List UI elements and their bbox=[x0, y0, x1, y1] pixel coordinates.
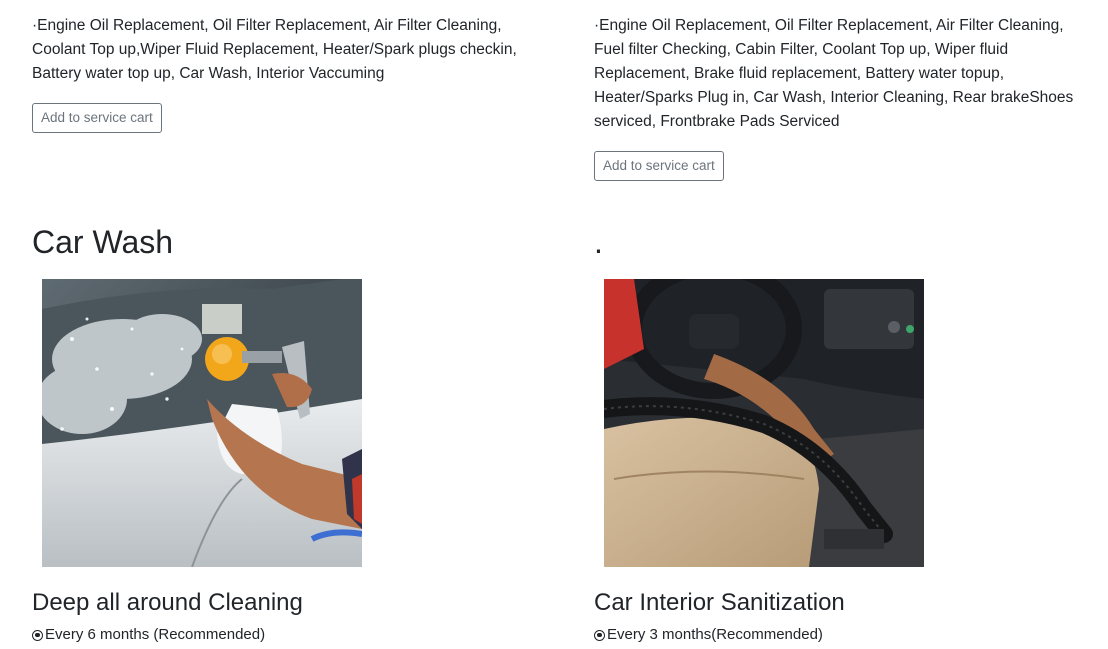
frequency-label: Every 3 months(Recommended) bbox=[607, 626, 823, 643]
package-card-right: ·Engine Oil Replacement, Oil Filter Repl… bbox=[594, 0, 1084, 181]
package-description: ·Engine Oil Replacement, Oil Filter Repl… bbox=[594, 17, 1074, 130]
service-title: Deep all around Cleaning bbox=[32, 589, 303, 616]
service-frequency: Every 6 months (Recommended) bbox=[32, 625, 265, 645]
add-to-service-cart-button[interactable]: Add to service cart bbox=[32, 103, 162, 133]
add-to-service-cart-button[interactable]: Add to service cart bbox=[594, 151, 724, 181]
car-exterior-spray-wash-image[interactable] bbox=[42, 279, 362, 567]
service-frequency: Every 3 months(Recommended) bbox=[594, 625, 823, 645]
car-interior-vacuum-image[interactable] bbox=[604, 279, 924, 567]
package-card-left: ·Engine Oil Replacement, Oil Filter Repl… bbox=[32, 0, 532, 133]
section-title: Car Wash bbox=[32, 224, 174, 260]
frequency-label: Every 6 months (Recommended) bbox=[45, 626, 266, 643]
section-heading-right: . bbox=[594, 224, 603, 260]
package-description: ·Engine Oil Replacement, Oil Filter Repl… bbox=[32, 17, 517, 82]
service-title: Car Interior Sanitization bbox=[594, 589, 845, 616]
radio-selected-icon[interactable] bbox=[32, 629, 43, 641]
radio-selected-icon[interactable] bbox=[594, 629, 605, 641]
